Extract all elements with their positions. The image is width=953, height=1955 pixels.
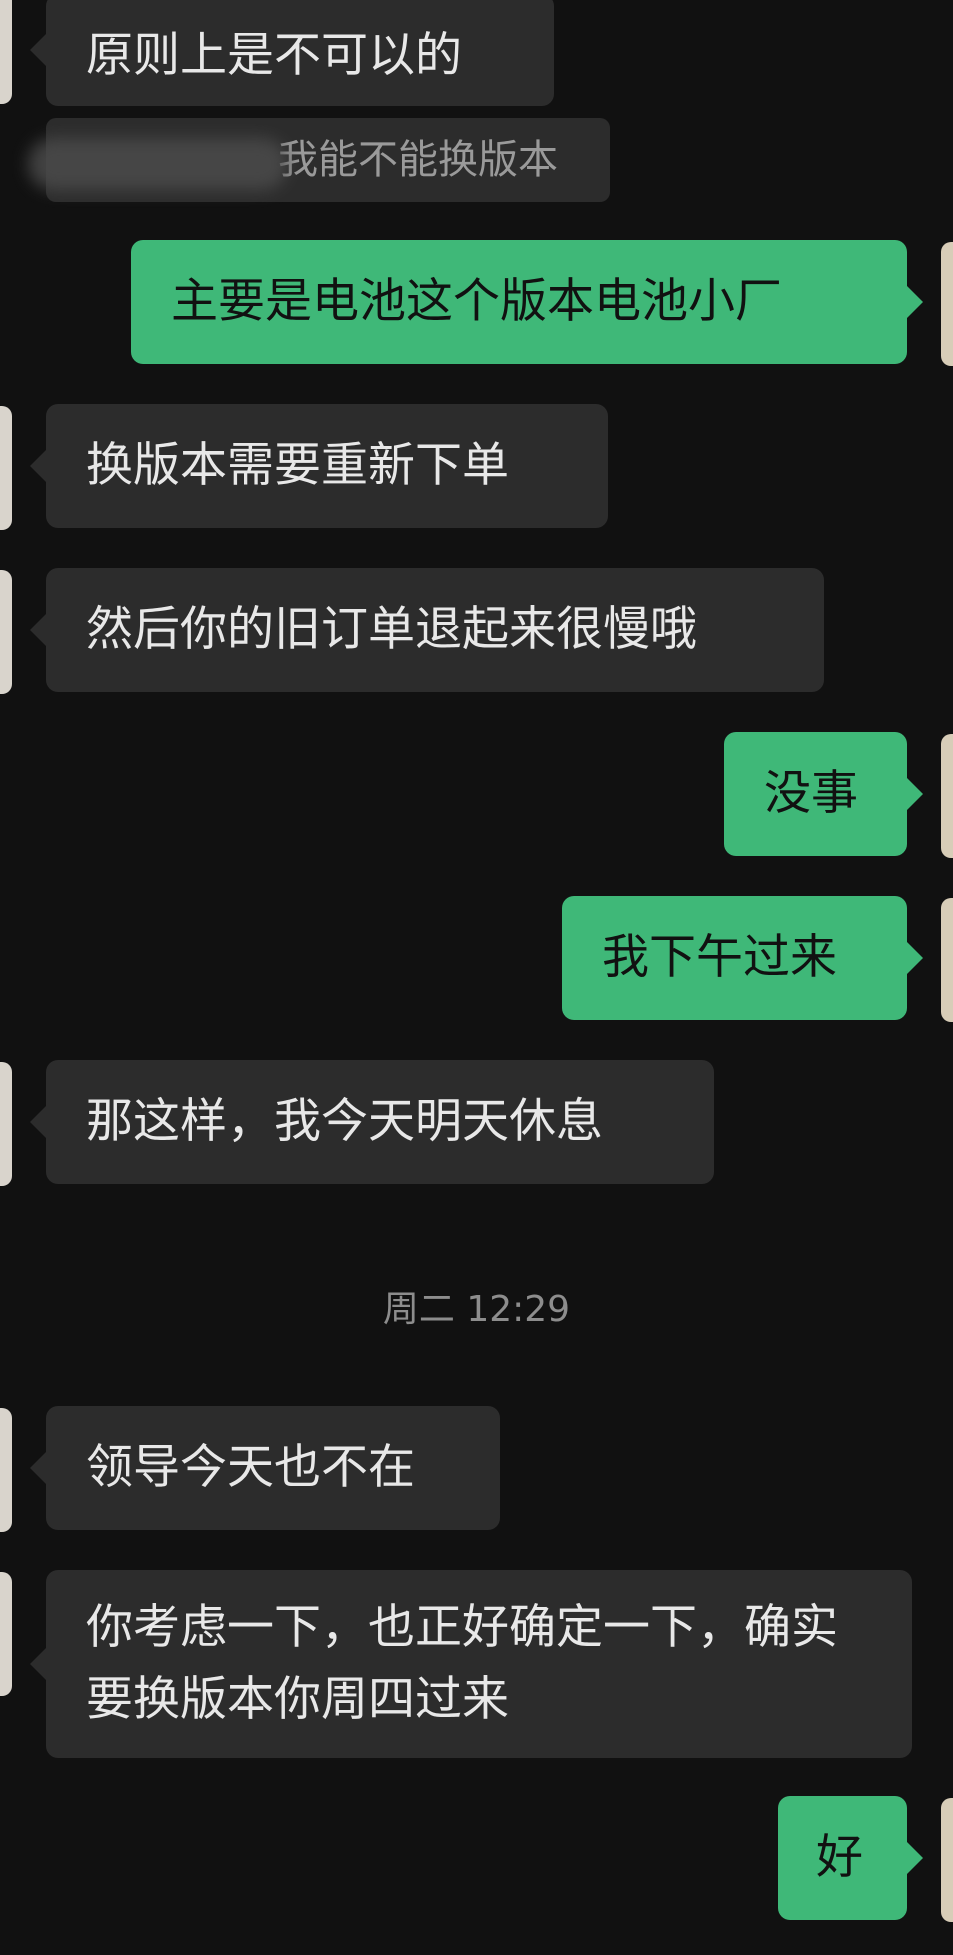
message-text: 主要是电池这个版本电池小厂: [171, 274, 782, 329]
contact-avatar[interactable]: [0, 1408, 12, 1532]
contact-avatar[interactable]: [0, 570, 12, 694]
sent-message[interactable]: 没事: [724, 732, 923, 856]
contact-avatar[interactable]: [0, 1062, 12, 1186]
message-text: 然后你的旧订单退起来很慢哦: [86, 602, 697, 657]
sent-message[interactable]: 好: [778, 1796, 923, 1920]
contact-avatar[interactable]: [0, 0, 12, 104]
message-text: 那这样，我今天明天休息: [86, 1094, 603, 1149]
received-message[interactable]: 换版本需要重新下单: [30, 404, 608, 528]
self-avatar[interactable]: [941, 734, 953, 858]
sent-message[interactable]: 主要是电池这个版本电池小厂: [131, 240, 923, 364]
timestamp-divider: 周二 12:29: [382, 1289, 571, 1330]
received-message[interactable]: 然后你的旧订单退起来很慢哦: [30, 568, 824, 692]
message-text: 你考虑一下，也正好确定一下，确实要换版本你周四过来: [86, 1600, 838, 1727]
message-text: 原则上是不可以的: [86, 28, 462, 83]
received-message[interactable]: 那这样，我今天明天休息: [30, 1060, 714, 1184]
received-message[interactable]: 领导今天也不在: [30, 1406, 500, 1530]
sent-message[interactable]: 我下午过来: [562, 896, 923, 1020]
message-text: 换版本需要重新下单: [86, 438, 509, 493]
contact-avatar[interactable]: [0, 1572, 12, 1696]
received-message[interactable]: 你考虑一下，也正好确定一下，确实要换版本你周四过来: [30, 1570, 912, 1758]
received-message[interactable]: 原则上是不可以的: [30, 0, 554, 106]
message-text: 好: [816, 1830, 863, 1885]
chat-screen: 原则上是不可以的 我能不能换版本 主要是电池这个版本电池小厂 换版本需要重新下单…: [0, 0, 953, 1955]
message-text: 领导今天也不在: [86, 1440, 415, 1495]
message-text: 没事: [764, 766, 858, 821]
message-text: 我下午过来: [602, 930, 837, 985]
contact-avatar[interactable]: [0, 406, 12, 530]
self-avatar[interactable]: [941, 1798, 953, 1922]
blurred-sender-name: [28, 138, 288, 190]
quoted-text: 我能不能换版本: [278, 137, 558, 183]
self-avatar[interactable]: [941, 242, 953, 366]
self-avatar[interactable]: [941, 898, 953, 1022]
